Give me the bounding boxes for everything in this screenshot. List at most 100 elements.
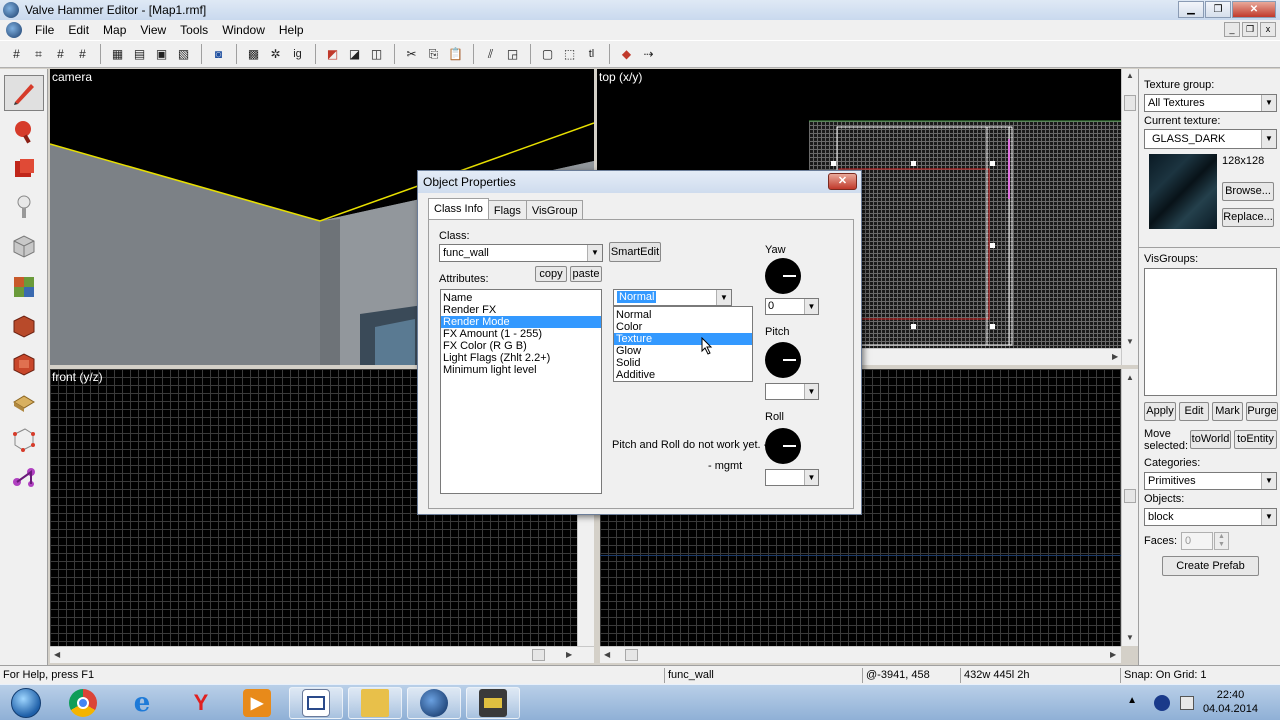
cordon-edit-icon[interactable]: ◩ [322, 44, 343, 65]
internet-explorer-icon[interactable]: e [115, 687, 169, 719]
purge-button[interactable]: Purge [1246, 402, 1278, 421]
visgroups-list[interactable] [1144, 268, 1277, 396]
render-mode-option[interactable]: Solid [614, 357, 752, 369]
file-explorer-icon[interactable] [348, 687, 402, 719]
faces-stepper[interactable]: ▲ ▼ [1214, 532, 1229, 550]
start-button[interactable] [4, 687, 48, 719]
magnify-tool-icon[interactable] [4, 113, 44, 149]
render-mode-dropdown[interactable]: Normal Color Texture Glow Solid Additive [613, 306, 753, 382]
ungroup-icon[interactable]: ▤ [129, 44, 150, 65]
run-map-icon[interactable]: ⇢ [638, 44, 659, 65]
render-mode-option[interactable]: Additive [614, 369, 752, 381]
cordon-view-icon[interactable]: ◫ [366, 44, 387, 65]
grid-dense-icon[interactable]: # [50, 44, 71, 65]
tab-flags[interactable]: Flags [487, 200, 527, 220]
smartedit-button[interactable]: SmartEdit [609, 242, 661, 262]
grid-icon[interactable]: # [6, 44, 27, 65]
camera-tool-icon[interactable] [4, 151, 44, 187]
minimize-button[interactable]: ▁ [1178, 1, 1204, 18]
chrome-icon[interactable] [56, 687, 110, 719]
render-mode-option[interactable]: Normal [614, 309, 752, 321]
group-icon[interactable]: ▦ [107, 44, 128, 65]
volume-icon[interactable] [1180, 696, 1194, 710]
network-icon[interactable] [1154, 695, 1170, 711]
render-mode-option[interactable]: Texture [614, 333, 752, 345]
cut-icon[interactable]: ✂ [401, 44, 422, 65]
cordon-box-icon[interactable]: ◪ [344, 44, 365, 65]
attribute-item[interactable]: Minimum light level [441, 364, 601, 376]
texture-lock-icon[interactable]: ◙ [208, 44, 229, 65]
tab-class-info[interactable]: Class Info [428, 198, 489, 220]
attribute-item[interactable]: Light Flags (Zhlt 2.2+) [441, 352, 601, 364]
browse-button[interactable]: Browse... [1222, 182, 1274, 201]
grid-small-icon[interactable]: # [72, 44, 93, 65]
carve-icon[interactable]: ▧ [173, 44, 194, 65]
doc-close-button[interactable]: x [1260, 22, 1276, 37]
attribute-item[interactable]: Render FX [441, 304, 601, 316]
yandex-icon[interactable]: Y [174, 687, 228, 719]
menu-help[interactable]: Help [272, 23, 311, 37]
doc-minimize-button[interactable]: _ [1224, 22, 1240, 37]
create-prefab-button[interactable]: Create Prefab [1162, 556, 1259, 576]
menu-window[interactable]: Window [215, 23, 272, 37]
cordon-toggle-icon[interactable]: ig [287, 44, 308, 65]
vertex-icon[interactable]: ◆ [616, 44, 637, 65]
replace-button[interactable]: Replace... [1222, 208, 1274, 227]
cordon-icon[interactable]: ✲ [265, 44, 286, 65]
attribute-item[interactable]: FX Color (R G B) [441, 340, 601, 352]
attribute-item[interactable]: Render Mode [441, 316, 601, 328]
side-vertical-scrollbar[interactable]: ▲ ▼ [1121, 369, 1138, 646]
selection-icon[interactable]: ⬚ [559, 44, 580, 65]
to-world-button[interactable]: toWorld [1190, 430, 1231, 449]
restore-button[interactable]: ❐ [1205, 1, 1231, 18]
attribute-item[interactable]: FX Amount (1 - 255) [441, 328, 601, 340]
tab-visgroup[interactable]: VisGroup [525, 200, 584, 220]
pitch-dial[interactable] [765, 342, 801, 378]
clip-tool-icon[interactable] [4, 383, 44, 419]
objects-select[interactable]: block ▼ [1144, 508, 1277, 526]
faces-input[interactable]: 0 [1181, 532, 1213, 550]
media-player-icon[interactable]: ▶ [230, 687, 284, 719]
copy-button[interactable]: copy [535, 266, 567, 282]
select-box-icon[interactable]: ▢ [537, 44, 558, 65]
dialog-close-button[interactable]: ✕ [828, 173, 857, 190]
texture-group-select[interactable]: All Textures ▼ [1144, 94, 1277, 112]
block-tool-icon[interactable] [4, 227, 44, 263]
side-horizontal-scrollbar[interactable]: ◀ ▶ [600, 646, 1121, 663]
render-mode-option[interactable]: Glow [614, 345, 752, 357]
texture-preview[interactable] [1149, 154, 1217, 229]
hide-icon[interactable]: ▣ [151, 44, 172, 65]
hypercam-icon[interactable] [466, 687, 520, 719]
current-texture-select[interactable]: GLASS_DARK ▼ [1144, 129, 1277, 149]
yaw-dial[interactable] [765, 258, 801, 294]
top-viewport-scrollbar[interactable]: ▲ ▼ [1121, 69, 1138, 365]
system-clock[interactable]: 22:40 04.04.2014 [1203, 688, 1258, 716]
document-icon[interactable] [6, 22, 22, 38]
texture-app-face-icon[interactable]: ◲ [502, 44, 523, 65]
class-select[interactable]: func_wall ▼ [439, 244, 603, 262]
roll-select[interactable]: ▼ [765, 469, 819, 486]
path-tool-icon[interactable] [4, 459, 44, 495]
apply-button[interactable]: Apply [1144, 402, 1176, 421]
grid-lines-icon[interactable]: ⌗ [28, 44, 49, 65]
to-entity-button[interactable]: toEntity [1234, 430, 1277, 449]
paste-icon[interactable]: 📋 [445, 44, 466, 65]
edit-button[interactable]: Edit [1179, 402, 1209, 421]
decal-tool-icon[interactable] [4, 345, 44, 381]
selection-tool-icon[interactable] [4, 75, 44, 111]
attributes-list[interactable]: Name Render FX Render Mode FX Amount (1 - 2… [440, 289, 602, 494]
close-button[interactable]: ✕ [1232, 1, 1276, 18]
render-mode-select[interactable]: Normal ▼ [613, 289, 732, 306]
menu-tools[interactable]: Tools [173, 23, 215, 37]
text-icon[interactable]: tl [581, 44, 602, 65]
ignore-groups-icon[interactable]: ▩ [243, 44, 264, 65]
doc-restore-button[interactable]: ❐ [1242, 22, 1258, 37]
show-hidden-icons-icon[interactable]: ▲ [1127, 695, 1137, 706]
render-mode-option[interactable]: Color [614, 321, 752, 333]
yaw-select[interactable]: 0 ▼ [765, 298, 819, 315]
vertex-tool-icon[interactable] [4, 421, 44, 457]
paste-button[interactable]: paste [570, 266, 602, 282]
texture-app-icon[interactable]: ⫽ [480, 44, 501, 65]
attribute-item[interactable]: Name [441, 292, 601, 304]
entity-tool-icon[interactable] [4, 189, 44, 225]
